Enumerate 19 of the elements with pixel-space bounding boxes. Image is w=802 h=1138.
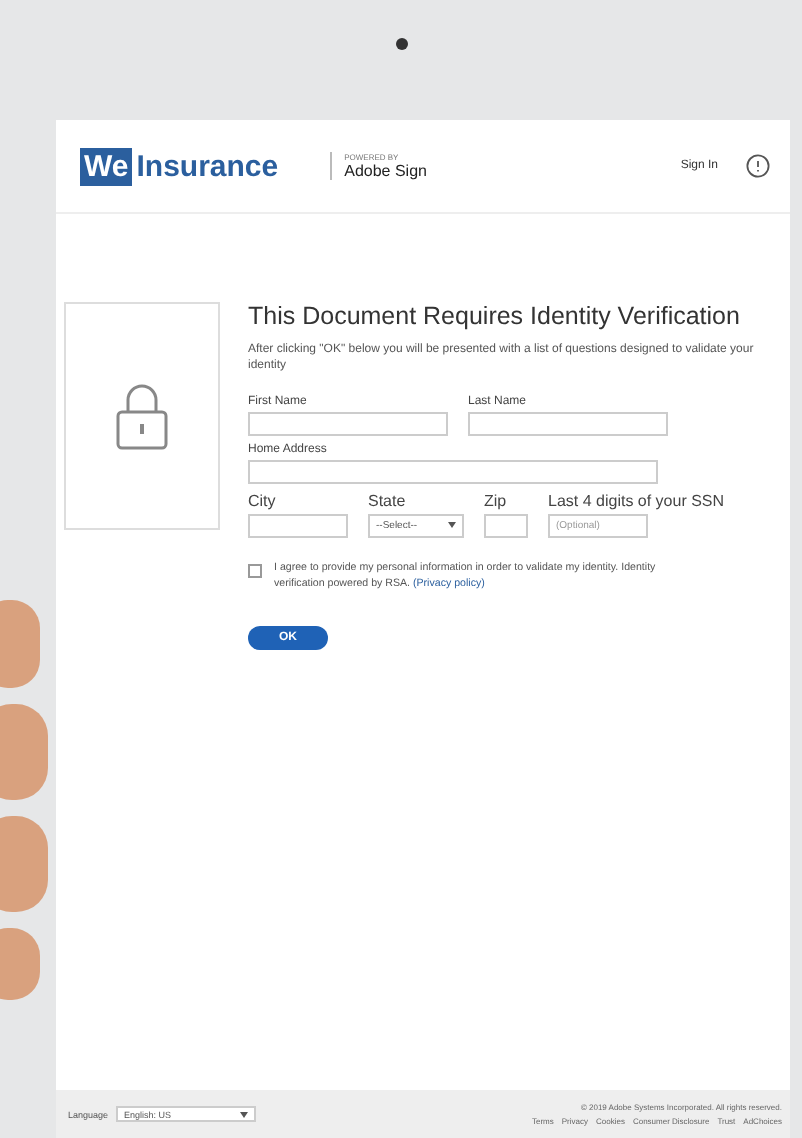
partner-name: Adobe Sign bbox=[344, 162, 427, 180]
input-field[interactable] bbox=[248, 459, 658, 484]
caret-icon bbox=[448, 522, 456, 529]
input-field[interactable] bbox=[248, 411, 448, 436]
field-label: City bbox=[248, 491, 278, 510]
page-title: This Document Requires Identity Verification bbox=[248, 302, 742, 330]
help-icon[interactable] bbox=[746, 154, 770, 178]
field-label: State bbox=[368, 491, 408, 510]
input-field[interactable] bbox=[248, 513, 348, 538]
input-field[interactable] bbox=[468, 411, 668, 436]
field-label: Last 4 digits of your SSN bbox=[548, 491, 725, 510]
logo-mark: We bbox=[80, 147, 133, 185]
camera-dot bbox=[395, 38, 407, 50]
consent-checkbox[interactable] bbox=[248, 563, 262, 578]
field-label: Zip bbox=[484, 491, 509, 510]
caret-icon bbox=[240, 1111, 249, 1117]
logo-text: Insurance bbox=[136, 149, 279, 183]
input-field[interactable] bbox=[484, 513, 528, 538]
padlock-icon bbox=[112, 380, 172, 452]
